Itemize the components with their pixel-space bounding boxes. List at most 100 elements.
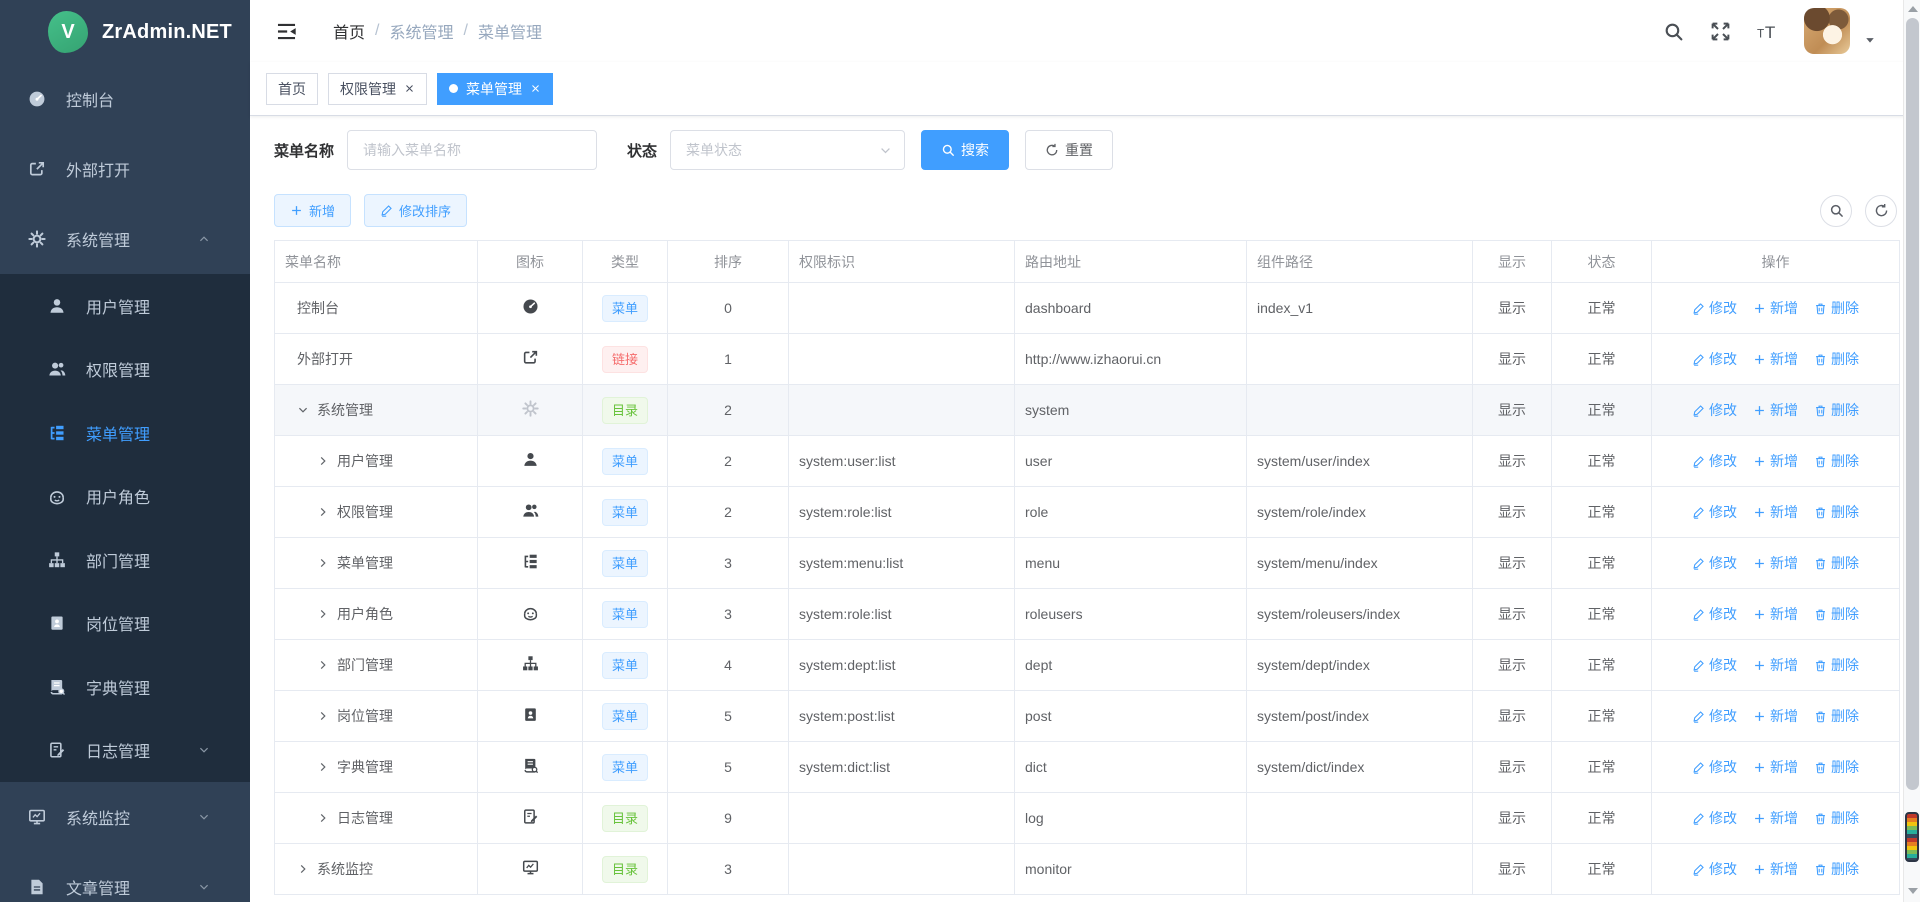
add-action[interactable]: 新增 bbox=[1753, 298, 1798, 318]
delete-action[interactable]: 删除 bbox=[1814, 808, 1859, 828]
tab-首页[interactable]: 首页 bbox=[266, 73, 318, 105]
edit-action[interactable]: 修改 bbox=[1692, 859, 1737, 879]
edit-action[interactable]: 修改 bbox=[1692, 502, 1737, 522]
edit-action[interactable]: 修改 bbox=[1692, 298, 1737, 318]
add-button[interactable]: 新增 bbox=[274, 194, 351, 227]
menu-name-input[interactable] bbox=[347, 130, 597, 170]
add-action[interactable]: 新增 bbox=[1753, 757, 1798, 777]
delete-action[interactable]: 删除 bbox=[1814, 400, 1859, 420]
sidebar-item-post[interactable]: 岗位管理 bbox=[0, 592, 250, 656]
edit-sort-button[interactable]: 修改排序 bbox=[364, 194, 467, 227]
delete-action[interactable]: 删除 bbox=[1814, 604, 1859, 624]
table-row[interactable]: 系统管理目录2system显示正常修改新增删除 bbox=[275, 385, 1900, 436]
sidebar-item-tree-table[interactable]: 菜单管理 bbox=[0, 401, 250, 465]
delete-action[interactable]: 删除 bbox=[1814, 502, 1859, 522]
sidebar-item-article[interactable]: 文章管理 bbox=[0, 852, 250, 902]
app-logo[interactable]: V ZrAdmin.NET bbox=[0, 0, 250, 64]
add-action[interactable]: 新增 bbox=[1753, 808, 1798, 828]
table-row[interactable]: 控制台菜单0dashboardindex_v1显示正常修改新增删除 bbox=[275, 283, 1900, 334]
table-row[interactable]: 系统监控目录3monitor显示正常修改新增删除 bbox=[275, 844, 1900, 895]
edit-action[interactable]: 修改 bbox=[1692, 757, 1737, 777]
column-header[interactable]: 路由地址 bbox=[1015, 241, 1247, 283]
add-action[interactable]: 新增 bbox=[1753, 859, 1798, 879]
add-action[interactable]: 新增 bbox=[1753, 349, 1798, 369]
scrollbar-thumb[interactable] bbox=[1906, 18, 1919, 790]
column-header[interactable]: 显示 bbox=[1473, 241, 1552, 283]
table-row[interactable]: 部门管理菜单4system:dept:listdeptsystem/dept/i… bbox=[275, 640, 1900, 691]
add-action[interactable]: 新增 bbox=[1753, 553, 1798, 573]
column-header[interactable]: 操作 bbox=[1652, 241, 1900, 283]
table-row[interactable]: 字典管理菜单5system:dict:listdictsystem/dict/i… bbox=[275, 742, 1900, 793]
column-header[interactable]: 排序 bbox=[668, 241, 789, 283]
column-header[interactable]: 图标 bbox=[478, 241, 583, 283]
add-action[interactable]: 新增 bbox=[1753, 502, 1798, 522]
table-row[interactable]: 日志管理目录9log显示正常修改新增删除 bbox=[275, 793, 1900, 844]
edit-action[interactable]: 修改 bbox=[1692, 655, 1737, 675]
edit-action[interactable]: 修改 bbox=[1692, 553, 1737, 573]
sidebar-item-dashboard[interactable]: 控制台 bbox=[0, 64, 250, 134]
edit-action[interactable]: 修改 bbox=[1692, 706, 1737, 726]
scrollbar-down-arrow[interactable] bbox=[1908, 888, 1918, 894]
delete-action[interactable]: 删除 bbox=[1814, 451, 1859, 471]
table-row[interactable]: 用户角色菜单3system:role:listroleuserssystem/r… bbox=[275, 589, 1900, 640]
delete-action[interactable]: 删除 bbox=[1814, 757, 1859, 777]
sidebar-collapse-icon[interactable] bbox=[276, 21, 297, 42]
column-header[interactable]: 权限标识 bbox=[789, 241, 1015, 283]
reset-button[interactable]: 重置 bbox=[1025, 130, 1113, 170]
column-header[interactable]: 菜单名称 bbox=[275, 241, 478, 283]
sidebar-item-dict[interactable]: 字典管理 bbox=[0, 655, 250, 719]
table-row[interactable]: 岗位管理菜单5system:post:listpostsystem/post/i… bbox=[275, 691, 1900, 742]
status-select[interactable]: 菜单状态 bbox=[670, 130, 905, 170]
search-icon[interactable] bbox=[1663, 21, 1684, 42]
breadcrumb-item[interactable]: 首页 bbox=[333, 19, 365, 43]
table-row[interactable]: 权限管理菜单2system:role:listrolesystem/role/i… bbox=[275, 487, 1900, 538]
delete-action[interactable]: 删除 bbox=[1814, 859, 1859, 879]
delete-action[interactable]: 删除 bbox=[1814, 349, 1859, 369]
table-row[interactable]: 用户管理菜单2system:user:listusersystem/user/i… bbox=[275, 436, 1900, 487]
add-action[interactable]: 新增 bbox=[1753, 655, 1798, 675]
cell-path: menu bbox=[1015, 538, 1247, 589]
dashboard-icon bbox=[28, 90, 46, 108]
column-header[interactable]: 状态 bbox=[1552, 241, 1652, 283]
edit-action[interactable]: 修改 bbox=[1692, 604, 1737, 624]
show-search-button[interactable] bbox=[1820, 195, 1852, 227]
refresh-table-button[interactable] bbox=[1865, 195, 1897, 227]
cell-status: 正常 bbox=[1552, 691, 1652, 742]
add-action[interactable]: 新增 bbox=[1753, 451, 1798, 471]
delete-action[interactable]: 删除 bbox=[1814, 655, 1859, 675]
table-row[interactable]: 菜单管理菜单3system:menu:listmenusystem/menu/i… bbox=[275, 538, 1900, 589]
column-header[interactable]: 类型 bbox=[583, 241, 668, 283]
sidebar-item-user[interactable]: 用户管理 bbox=[0, 274, 250, 338]
delete-action[interactable]: 删除 bbox=[1814, 298, 1859, 318]
caret-down-icon[interactable] bbox=[1864, 34, 1876, 46]
sidebar-item-monitor[interactable]: 系统监控 bbox=[0, 782, 250, 852]
cell-icon bbox=[478, 640, 583, 691]
sidebar-item-gear[interactable]: 系统管理 bbox=[0, 204, 250, 274]
text-size-icon[interactable]: TT bbox=[1757, 21, 1778, 42]
edit-icon bbox=[1692, 455, 1705, 468]
edit-action[interactable]: 修改 bbox=[1692, 451, 1737, 471]
add-action[interactable]: 新增 bbox=[1753, 400, 1798, 420]
add-action[interactable]: 新增 bbox=[1753, 604, 1798, 624]
user-avatar[interactable] bbox=[1804, 8, 1850, 54]
sidebar-item-external-link[interactable]: 外部打开 bbox=[0, 134, 250, 204]
column-header[interactable]: 组件路径 bbox=[1247, 241, 1473, 283]
sidebar-item-robot[interactable]: 用户角色 bbox=[0, 465, 250, 529]
scrollbar[interactable] bbox=[1903, 0, 1920, 902]
table-row[interactable]: 外部打开链接1http://www.izhaorui.cn显示正常修改新增删除 bbox=[275, 334, 1900, 385]
cell-menu-name: 外部打开 bbox=[275, 334, 478, 385]
edit-action[interactable]: 修改 bbox=[1692, 400, 1737, 420]
sidebar-item-log[interactable]: 日志管理 bbox=[0, 719, 250, 783]
delete-action[interactable]: 删除 bbox=[1814, 706, 1859, 726]
edit-action[interactable]: 修改 bbox=[1692, 349, 1737, 369]
search-button[interactable]: 搜索 bbox=[921, 130, 1009, 170]
delete-action[interactable]: 删除 bbox=[1814, 553, 1859, 573]
edit-action[interactable]: 修改 bbox=[1692, 808, 1737, 828]
scrollbar-up-arrow[interactable] bbox=[1908, 6, 1918, 12]
add-action[interactable]: 新增 bbox=[1753, 706, 1798, 726]
sidebar-item-users[interactable]: 权限管理 bbox=[0, 338, 250, 402]
sidebar-item-org-tree[interactable]: 部门管理 bbox=[0, 528, 250, 592]
fullscreen-icon[interactable] bbox=[1710, 21, 1731, 42]
tab-权限管理[interactable]: 权限管理 bbox=[328, 73, 427, 105]
tab-菜单管理[interactable]: 菜单管理 bbox=[437, 73, 553, 105]
